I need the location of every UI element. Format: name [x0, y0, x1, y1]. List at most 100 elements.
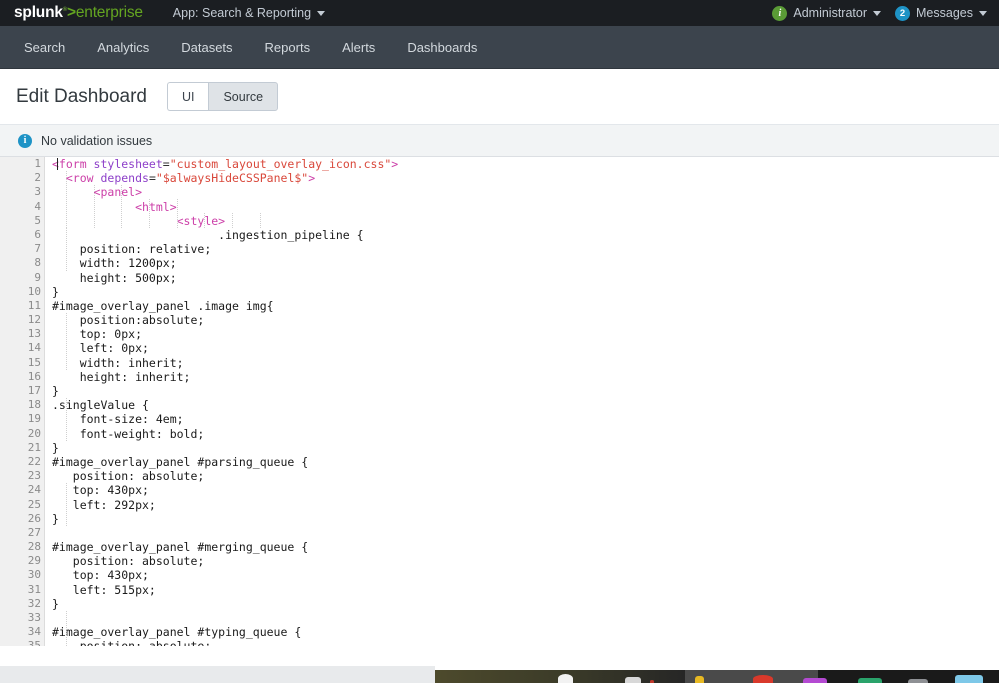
code-line[interactable]: position:absolute; [52, 313, 999, 327]
dock-icon-red-app[interactable] [753, 675, 773, 683]
code-token: = [163, 157, 170, 171]
code-line[interactable]: <style> [52, 214, 999, 228]
code-line[interactable]: } [52, 597, 999, 611]
dock-icon-warning[interactable] [695, 676, 704, 683]
code-line[interactable]: } [52, 384, 999, 398]
gutter-line-number[interactable]: 29 [0, 554, 44, 568]
desktop-dock-strip [0, 666, 999, 683]
gutter-line-number[interactable]: 5 [0, 214, 44, 228]
gutter-line-number[interactable]: 15 [0, 356, 44, 370]
gutter-line-number[interactable]: 4 [0, 200, 44, 214]
code-line[interactable]: position: relative; [52, 242, 999, 256]
dock-icon-white-circle[interactable] [558, 674, 573, 683]
code-line[interactable]: #image_overlay_panel .image img{ [52, 299, 999, 313]
gutter-line-number[interactable]: 32 [0, 597, 44, 611]
code-token: <form [52, 157, 94, 171]
gutter-line-number[interactable]: 27 [0, 526, 44, 540]
gutter-line-number[interactable]: 33 [0, 611, 44, 625]
messages-menu[interactable]: 2 Messages [895, 6, 987, 21]
gutter-line-number[interactable]: 12 [0, 313, 44, 327]
dock-icon-purple-app[interactable] [803, 678, 827, 683]
indent-guide [232, 213, 233, 228]
code-line[interactable] [52, 526, 999, 540]
editor-code-area[interactable]: <form stylesheet="custom_layout_overlay_… [46, 157, 999, 646]
dock-icon-grey-app[interactable] [908, 679, 928, 683]
code-line[interactable]: width: 1200px; [52, 256, 999, 270]
editor-line-number-gutter[interactable]: 1234567891011121314151617181920212223242… [0, 157, 45, 646]
gutter-line-number[interactable]: 9 [0, 271, 44, 285]
code-line[interactable]: <panel> [52, 185, 999, 199]
gutter-line-number[interactable]: 24 [0, 483, 44, 497]
tab-source[interactable]: Source [208, 82, 278, 111]
code-line[interactable]: position: absolute; [52, 554, 999, 568]
gutter-line-number[interactable]: 16 [0, 370, 44, 384]
nav-item-datasets[interactable]: Datasets [165, 26, 248, 69]
code-line[interactable]: <html> [52, 200, 999, 214]
gutter-line-number[interactable]: 34 [0, 625, 44, 639]
code-token: height: inherit; [52, 370, 190, 384]
gutter-line-number[interactable]: 23 [0, 469, 44, 483]
gutter-line-number[interactable]: 11 [0, 299, 44, 313]
code-line[interactable]: height: 500px; [52, 271, 999, 285]
nav-item-reports[interactable]: Reports [249, 26, 327, 69]
gutter-line-number[interactable]: 35 [0, 639, 44, 646]
gutter-line-number[interactable]: 18 [0, 398, 44, 412]
gutter-line-number[interactable]: 13 [0, 327, 44, 341]
gutter-line-number[interactable]: 1 [0, 157, 44, 171]
gutter-line-number[interactable]: 17 [0, 384, 44, 398]
code-line[interactable]: position: absolute; [52, 639, 999, 646]
code-line[interactable]: } [52, 512, 999, 526]
gutter-line-number[interactable]: 26 [0, 512, 44, 526]
gutter-line-number[interactable]: 21 [0, 441, 44, 455]
gutter-line-number[interactable]: 8 [0, 256, 44, 270]
code-line[interactable]: position: absolute; [52, 469, 999, 483]
code-line[interactable]: width: inherit; [52, 356, 999, 370]
code-line[interactable]: top: 0px; [52, 327, 999, 341]
nav-item-search[interactable]: Search [8, 26, 81, 69]
code-line[interactable]: .ingestion_pipeline { [52, 228, 999, 242]
nav-item-dashboards[interactable]: Dashboards [391, 26, 493, 69]
code-line[interactable]: height: inherit; [52, 370, 999, 384]
code-line[interactable]: top: 430px; [52, 483, 999, 497]
code-line[interactable]: #image_overlay_panel #typing_queue { [52, 625, 999, 639]
app-selector-menu[interactable]: App: Search & Reporting [173, 6, 325, 20]
code-line[interactable]: } [52, 285, 999, 299]
indent-guide [121, 185, 122, 228]
code-line[interactable]: <row depends="$alwaysHideCSSPanel$"> [52, 171, 999, 185]
code-line[interactable]: .singleValue { [52, 398, 999, 412]
gutter-line-number[interactable]: 19 [0, 412, 44, 426]
gutter-line-number[interactable]: 3 [0, 185, 44, 199]
gutter-line-number[interactable]: 31 [0, 583, 44, 597]
gutter-line-number[interactable]: 2 [0, 171, 44, 185]
code-line[interactable]: #image_overlay_panel #parsing_queue { [52, 455, 999, 469]
code-line[interactable]: font-weight: bold; [52, 427, 999, 441]
code-line[interactable]: left: 515px; [52, 583, 999, 597]
gutter-line-number[interactable]: 10 [0, 285, 44, 299]
gutter-line-number[interactable]: 28 [0, 540, 44, 554]
gutter-line-number[interactable]: 7 [0, 242, 44, 256]
source-code-editor[interactable]: 1234567891011121314151617181920212223242… [0, 157, 999, 646]
gutter-line-number[interactable]: 30 [0, 568, 44, 582]
dock-icon-green-app[interactable] [858, 678, 882, 683]
code-line[interactable] [52, 611, 999, 625]
code-line[interactable]: left: 292px; [52, 498, 999, 512]
code-line[interactable]: top: 430px; [52, 568, 999, 582]
nav-item-analytics[interactable]: Analytics [81, 26, 165, 69]
dock-icon-folder[interactable] [625, 677, 641, 683]
brand-bar-right: i Administrator 2 Messages [772, 6, 987, 21]
gutter-line-number[interactable]: 20 [0, 427, 44, 441]
code-line[interactable]: left: 0px; [52, 341, 999, 355]
nav-item-alerts[interactable]: Alerts [326, 26, 391, 69]
tab-ui[interactable]: UI [167, 82, 209, 111]
gutter-line-number[interactable]: 14 [0, 341, 44, 355]
administrator-menu[interactable]: i Administrator [772, 6, 881, 21]
code-line[interactable]: font-size: 4em; [52, 412, 999, 426]
gutter-line-number[interactable]: 25 [0, 498, 44, 512]
gutter-line-number[interactable]: 22 [0, 455, 44, 469]
dock-icon-blue-app[interactable] [955, 675, 983, 683]
gutter-line-number[interactable]: 6 [0, 228, 44, 242]
splunk-enterprise-logo[interactable]: splunk®>enterprise [14, 5, 143, 21]
code-line[interactable]: #image_overlay_panel #merging_queue { [52, 540, 999, 554]
code-line[interactable]: <form stylesheet="custom_layout_overlay_… [52, 157, 999, 171]
code-line[interactable]: } [52, 441, 999, 455]
